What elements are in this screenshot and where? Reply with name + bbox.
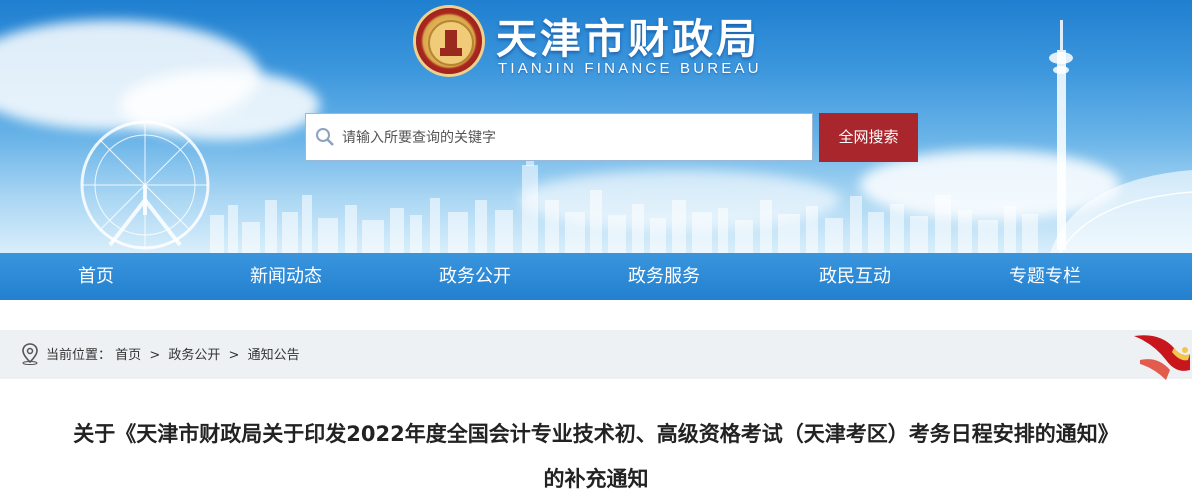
breadcrumb-item-home[interactable]: 首页 xyxy=(115,344,141,363)
site-subtitle: TIANJIN FINANCE BUREAU xyxy=(498,60,762,77)
location-pin-icon xyxy=(22,343,38,365)
ribbon-decoration-icon xyxy=(1134,335,1190,380)
breadcrumb: 当前位置： 首页 > 政务公开 > 通知公告 xyxy=(46,344,300,363)
breadcrumb-item-gov-affairs[interactable]: 政务公开 xyxy=(168,344,220,363)
ferris-wheel-icon xyxy=(80,120,210,250)
nav-item-gov-service[interactable]: 政务服务 xyxy=(604,253,724,300)
article-title: 关于《天津市财政局关于印发2022年度全国会计专业技术初、高级资格考试（天津考区… xyxy=(0,412,1192,502)
search-input[interactable] xyxy=(340,114,804,162)
nav-item-gov-affairs[interactable]: 政务公开 xyxy=(415,253,535,300)
nav-item-news[interactable]: 新闻动态 xyxy=(226,253,346,300)
breadcrumb-separator: > xyxy=(228,348,240,363)
breadcrumb-prefix: 当前位置： xyxy=(46,348,112,363)
main-nav: 首页 新闻动态 政务公开 政务服务 政民互动 专题专栏 xyxy=(0,253,1192,300)
breadcrumb-separator: > xyxy=(149,348,161,363)
bureau-logo xyxy=(416,8,482,74)
dome-building-icon xyxy=(1050,170,1192,253)
search-button[interactable]: 全网搜索 xyxy=(819,113,918,162)
nav-item-topics[interactable]: 专题专栏 xyxy=(985,253,1105,300)
nav-item-interaction[interactable]: 政民互动 xyxy=(795,253,915,300)
article-title-line-1: 关于《天津市财政局关于印发2022年度全国会计专业技术初、高级资格考试（天津考区… xyxy=(73,422,1119,446)
search-icon xyxy=(316,128,334,146)
header-banner: 天津市财政局 TIANJIN FINANCE BUREAU 全网搜索 xyxy=(0,0,1192,253)
search-box xyxy=(305,113,813,162)
breadcrumb-item-notices[interactable]: 通知公告 xyxy=(248,344,300,363)
site-title: 天津市财政局 xyxy=(496,15,760,63)
nav-item-home[interactable]: 首页 xyxy=(36,253,156,300)
article-title-line-2: 的补充通知 xyxy=(543,467,649,491)
tv-tower-icon xyxy=(1049,20,1073,250)
